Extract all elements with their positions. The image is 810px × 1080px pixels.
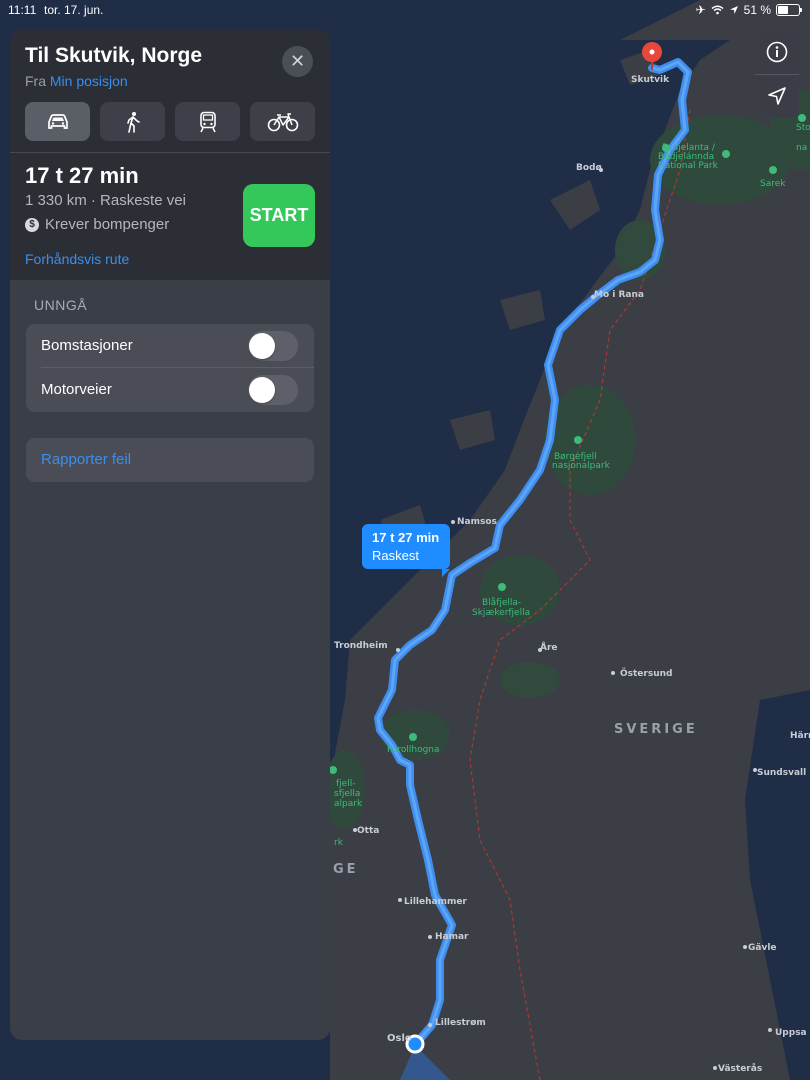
location-arrow-icon bbox=[768, 87, 786, 105]
park-forollhogna: Forollhogna bbox=[387, 745, 440, 755]
country-sverige: SVERIGE bbox=[614, 722, 698, 737]
avoid-highways-toggle[interactable] bbox=[248, 375, 298, 405]
report-issue-label: Rapporter feil bbox=[41, 451, 132, 468]
park-blafjella-2: Skjækerfjella bbox=[472, 608, 530, 618]
place-bodo[interactable]: Bodø bbox=[576, 163, 602, 173]
close-icon: ✕ bbox=[289, 51, 306, 71]
wifi-icon bbox=[711, 5, 724, 15]
transit-icon bbox=[199, 111, 216, 132]
park-sarek: Sarek bbox=[760, 179, 786, 189]
origin-link[interactable]: Min posisjon bbox=[50, 73, 128, 89]
park-rondane-1: fjell- bbox=[336, 779, 355, 789]
place-skutvik[interactable]: Skutvik bbox=[631, 75, 670, 85]
status-indicators: ✈ 51 % bbox=[695, 3, 802, 17]
preview-route-link[interactable]: Forhåndsvis rute bbox=[25, 251, 129, 267]
route-eta: 17 t 27 min bbox=[25, 163, 139, 188]
route-summary: Til Skutvik, Norge Fra Min posisjon ✕ 17… bbox=[10, 30, 330, 280]
info-button[interactable] bbox=[755, 30, 799, 74]
avoid-options: Bomstasjoner Motorveier bbox=[26, 324, 314, 412]
callout-time: 17 t 27 min bbox=[372, 530, 440, 545]
avoid-tolls-label: Bomstasjoner bbox=[41, 337, 133, 354]
battery-percent: 51 % bbox=[743, 3, 771, 17]
place-sundsvall[interactable]: Sundsvall bbox=[757, 768, 806, 778]
bike-icon bbox=[267, 112, 298, 131]
walk-icon bbox=[126, 111, 140, 133]
place-namsos[interactable]: Namsos bbox=[457, 517, 497, 527]
report-issue-button[interactable]: Rapporter feil bbox=[26, 438, 314, 482]
status-date: tor. 17. jun. bbox=[44, 3, 104, 17]
place-are[interactable]: Åre bbox=[540, 642, 558, 653]
park-padjelanta-3: National Park bbox=[658, 161, 719, 171]
route-distance: 1 330 km · Raskeste vei bbox=[25, 192, 186, 209]
destination-title: Til Skutvik, Norge bbox=[25, 44, 202, 67]
status-time: 11:11 bbox=[8, 3, 37, 17]
place-ostersund[interactable]: Östersund bbox=[620, 668, 672, 679]
park-rondane-2: sfjella bbox=[334, 789, 360, 799]
park-rondane-3: alpark bbox=[334, 799, 363, 809]
map-controls bbox=[755, 30, 799, 118]
directions-panel: Til Skutvik, Norge Fra Min posisjon ✕ 17… bbox=[10, 30, 330, 1040]
place-lillestrom[interactable]: Lillestrøm bbox=[435, 1018, 486, 1028]
place-trondheim[interactable]: Trondheim bbox=[334, 641, 388, 651]
place-otta[interactable]: Otta bbox=[357, 826, 379, 836]
toll-notice: $ Krever bompenger bbox=[25, 216, 169, 233]
place-hamar[interactable]: Hamar bbox=[435, 932, 469, 942]
country-norge: GE bbox=[333, 862, 359, 877]
origin-prefix: Fra bbox=[25, 73, 46, 89]
place-lillehammer[interactable]: Lillehammer bbox=[404, 897, 467, 907]
avoid-heading: UNNGÅ bbox=[34, 297, 88, 313]
avoid-highways-label: Motorveier bbox=[41, 381, 112, 398]
place-vasteras[interactable]: Västerås bbox=[718, 1063, 762, 1074]
info-icon bbox=[766, 41, 788, 63]
close-button[interactable]: ✕ bbox=[282, 46, 313, 77]
toll-icon: $ bbox=[25, 217, 39, 232]
park-borgefjell-2: nasjonalpark bbox=[552, 461, 611, 471]
car-icon bbox=[47, 113, 68, 129]
mode-transit-button[interactable] bbox=[175, 102, 240, 141]
mode-walk-button[interactable] bbox=[100, 102, 165, 141]
park-rondane-4: rk bbox=[334, 838, 344, 848]
origin-line: Fra Min posisjon bbox=[25, 73, 128, 89]
route-callout[interactable]: 17 t 27 min Raskest bbox=[362, 524, 450, 577]
transport-modes bbox=[25, 102, 315, 141]
avoid-tolls-row: Bomstasjoner bbox=[26, 324, 314, 368]
avoid-tolls-toggle[interactable] bbox=[248, 331, 298, 361]
place-uppsala[interactable]: Uppsa bbox=[775, 1028, 807, 1038]
airplane-icon: ✈ bbox=[695, 3, 706, 17]
place-oslo[interactable]: Oslo bbox=[387, 1033, 412, 1044]
mode-bike-button[interactable] bbox=[250, 102, 315, 141]
place-harnosand[interactable]: Härn bbox=[790, 731, 810, 741]
park-blafjella-1: Blåfjella- bbox=[482, 597, 521, 608]
battery-icon bbox=[776, 4, 802, 16]
place-mo-i-rana[interactable]: Mo i Rana bbox=[594, 290, 644, 300]
park-sto-2: na bbox=[796, 143, 807, 153]
location-arrow-icon bbox=[729, 6, 738, 14]
locate-button[interactable] bbox=[755, 74, 799, 118]
start-button[interactable]: START bbox=[243, 184, 315, 247]
place-gavle[interactable]: Gävle bbox=[748, 943, 777, 953]
park-sto-1: Sto bbox=[796, 123, 810, 133]
callout-label: Raskest bbox=[372, 548, 419, 563]
avoid-highways-row: Motorveier bbox=[26, 368, 314, 412]
toll-text: Krever bompenger bbox=[45, 216, 170, 233]
mode-car-button[interactable] bbox=[25, 102, 90, 141]
status-bar: 11:11 tor. 17. jun. ✈ 51 % bbox=[0, 0, 810, 22]
